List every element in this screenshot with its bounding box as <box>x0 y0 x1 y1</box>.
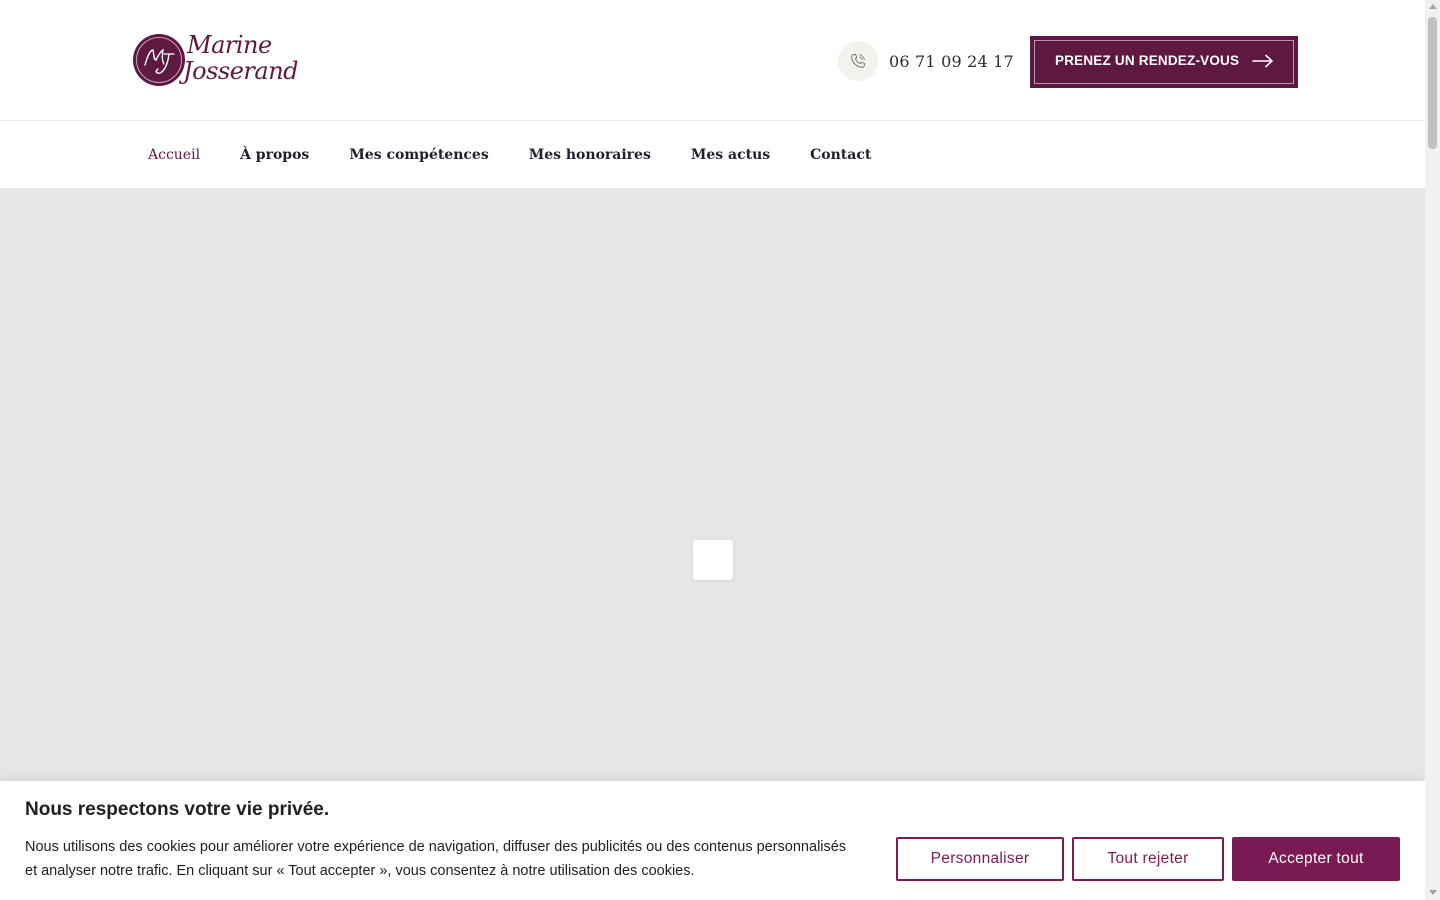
page: Marine Josserand 06 71 09 24 17 PRENEZ U… <box>0 0 1425 900</box>
logo-wordmark: Marine Josserand <box>183 31 299 85</box>
logo-line-2: Josserand <box>183 57 299 85</box>
phone-number[interactable]: 06 71 09 24 17 <box>889 52 1014 71</box>
scroll-up-arrow-icon[interactable] <box>1429 4 1437 9</box>
cookie-title: Nous respectons votre vie privée. <box>25 799 330 820</box>
nav-item-contact[interactable]: Contact <box>810 147 871 163</box>
page-scrollbar[interactable] <box>1425 0 1440 900</box>
arrow-right-icon <box>1252 54 1273 68</box>
appointment-button[interactable]: PRENEZ UN RENDEZ-VOUS <box>1030 36 1298 88</box>
hero-placeholder <box>0 189 1425 781</box>
cookie-banner: Nous respectons votre vie privée. Nous u… <box>0 781 1425 900</box>
cookie-text: Nous utilisons des cookies pour améliore… <box>25 839 847 879</box>
logo-line-1: Marine <box>187 31 272 59</box>
scrollbar-thumb[interactable] <box>1428 17 1437 149</box>
cookie-customize-button[interactable]: Personnaliser <box>896 837 1064 881</box>
mj-monogram-icon <box>133 34 185 86</box>
header: Marine Josserand 06 71 09 24 17 PRENEZ U… <box>0 0 1425 121</box>
nav-item-honoraires[interactable]: Mes honoraires <box>529 147 651 163</box>
site-logo[interactable]: Marine Josserand <box>131 31 301 89</box>
scroll-down-arrow-icon[interactable] <box>1429 890 1437 895</box>
loading-placeholder-icon <box>693 540 733 580</box>
cookie-reject-button[interactable]: Tout rejeter <box>1072 837 1224 881</box>
nav-list: Accueil À propos Mes compétences Mes hon… <box>148 121 911 188</box>
nav-item-a-propos[interactable]: À propos <box>240 147 309 163</box>
appointment-button-label: PRENEZ UN RENDEZ-VOUS <box>1055 53 1240 68</box>
nav-item-accueil[interactable]: Accueil <box>148 147 200 163</box>
nav-item-actus[interactable]: Mes actus <box>691 147 770 163</box>
main-nav: Accueil À propos Mes compétences Mes hon… <box>0 121 1425 189</box>
phone-contact[interactable]: 06 71 09 24 17 <box>838 40 1014 82</box>
phone-icon <box>838 41 878 81</box>
cookie-accept-button[interactable]: Accepter tout <box>1232 837 1400 881</box>
nav-item-competences[interactable]: Mes compétences <box>349 147 488 163</box>
